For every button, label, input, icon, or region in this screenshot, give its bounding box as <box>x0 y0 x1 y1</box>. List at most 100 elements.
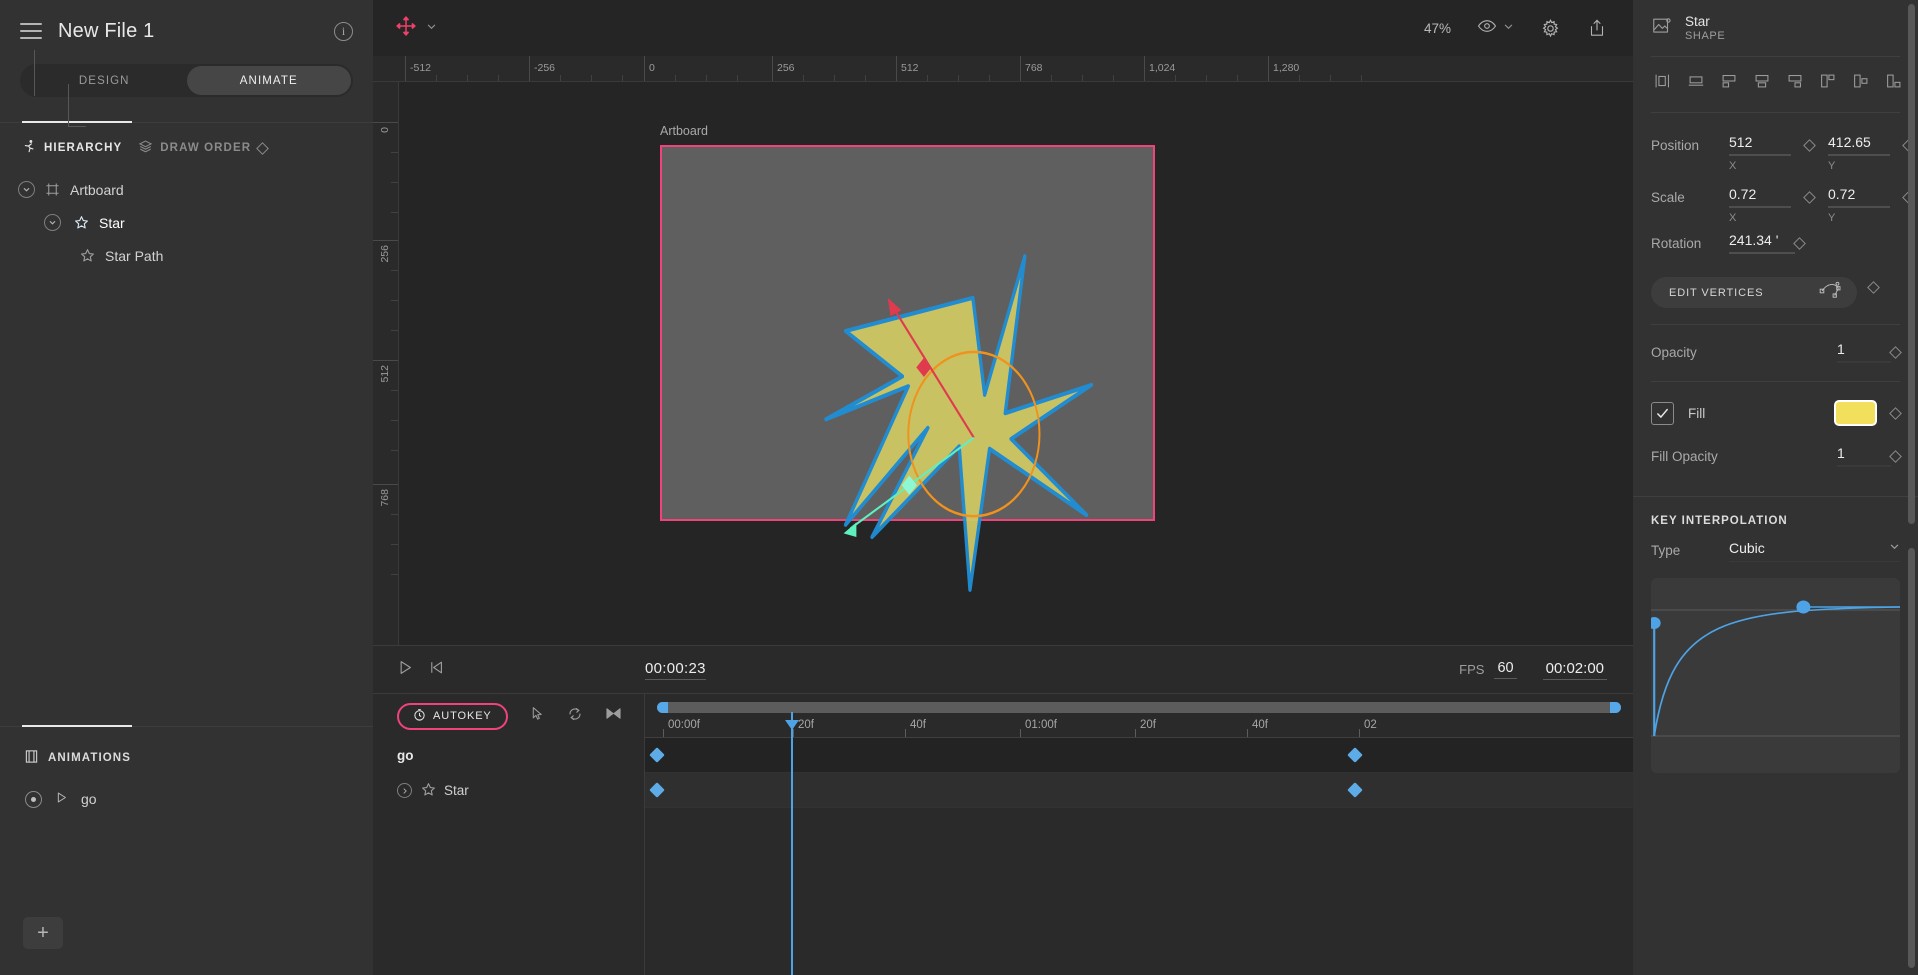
playhead[interactable] <box>791 712 793 975</box>
scale-y-value[interactable]: 0.72 <box>1828 186 1904 206</box>
chevron-down-icon[interactable] <box>44 214 61 231</box>
chevron-right-icon[interactable] <box>397 783 412 798</box>
edit-vertices-button[interactable]: EDIT VERTICES <box>1651 277 1857 308</box>
eye-icon[interactable] <box>1477 16 1497 41</box>
duration-field[interactable]: 00:02:00 <box>1543 660 1607 680</box>
tree-row-star-path[interactable]: Star Path <box>0 239 373 272</box>
animation-selected-radio-icon[interactable] <box>25 791 42 808</box>
tree-row-artboard[interactable]: Artboard <box>0 173 373 206</box>
distribute-left-icon[interactable] <box>1818 71 1838 96</box>
fps-value-field[interactable]: 60 <box>1494 660 1516 679</box>
distribute-right-icon[interactable] <box>1884 71 1904 96</box>
chevron-down-icon[interactable] <box>18 181 35 198</box>
opacity-value[interactable]: 1 <box>1837 341 1891 361</box>
edit-vertices-keyframe-icon[interactable] <box>1867 281 1880 294</box>
export-button[interactable] <box>1587 18 1607 38</box>
timeline-tick-label: 40f <box>1252 719 1268 731</box>
ruler-v-label: 0 <box>379 127 391 133</box>
timeline-tracks-area[interactable]: 00:00f20f40f01:00f20f40f02 <box>645 694 1633 975</box>
tab-animate[interactable]: ANIMATE <box>187 66 352 95</box>
keyframe-diamond-icon[interactable] <box>256 142 269 155</box>
inspector-scrollbar-top[interactable] <box>1908 4 1915 524</box>
rotation-field[interactable]: 241.34 ' <box>1729 232 1795 254</box>
loop-icon[interactable] <box>567 706 583 727</box>
align-top-icon[interactable] <box>1719 71 1739 96</box>
track-label-star[interactable]: Star <box>373 773 644 808</box>
skip-to-start-icon[interactable] <box>428 659 445 681</box>
chevron-down-icon[interactable] <box>1503 19 1514 37</box>
zoom-level[interactable]: 47% <box>1424 21 1451 36</box>
tab-draw-order[interactable]: DRAW ORDER <box>138 139 267 157</box>
add-animation-button[interactable]: + <box>23 917 63 949</box>
position-x-keyframe-icon[interactable] <box>1803 139 1816 152</box>
fill-opacity-keyframe-icon[interactable] <box>1889 450 1902 463</box>
scale-x-field[interactable]: 0.72 X <box>1729 186 1805 208</box>
tab-design[interactable]: DESIGN <box>22 66 187 95</box>
ping-pong-icon[interactable] <box>605 706 622 726</box>
inspector-scrollbar-bottom[interactable] <box>1908 548 1915 968</box>
timeline-row-star[interactable] <box>645 773 1633 808</box>
canvas-toolbar: 47% <box>373 0 1633 56</box>
position-x-field[interactable]: 512 X <box>1729 134 1805 156</box>
autokey-button[interactable]: AUTOKEY <box>397 703 508 730</box>
left-sidebar: New File 1 i DESIGN ANIMATE HIERARCHY <box>0 0 373 975</box>
distribute-center-icon[interactable] <box>1851 71 1871 96</box>
keyframe-diamond[interactable] <box>1347 782 1363 798</box>
menu-hamburger-icon[interactable] <box>20 23 42 39</box>
keyframe-diamond[interactable] <box>649 747 665 763</box>
animation-item-go[interactable]: go <box>0 785 373 813</box>
interpolation-type-row: Type Cubic <box>1633 527 1918 562</box>
rotation-value[interactable]: 241.34 ' <box>1729 232 1795 252</box>
fill-keyframe-icon[interactable] <box>1889 407 1902 420</box>
track-label-go-text: go <box>397 748 414 763</box>
visibility-dropdown[interactable] <box>1477 16 1514 41</box>
tab-hierarchy[interactable]: HIERARCHY <box>22 139 122 157</box>
settings-button[interactable] <box>1540 18 1561 39</box>
fill-color-swatch[interactable] <box>1834 400 1877 426</box>
keyframe-diamond[interactable] <box>1347 747 1363 763</box>
scale-y-field[interactable]: 0.72 Y <box>1828 186 1904 208</box>
rotation-keyframe-icon[interactable] <box>1793 237 1806 250</box>
opacity-keyframe-icon[interactable] <box>1889 346 1902 359</box>
play-icon[interactable] <box>397 659 414 681</box>
scale-x-sub: X <box>1729 212 1736 224</box>
keyframe-diamond[interactable] <box>649 782 665 798</box>
align-left-icon[interactable] <box>1653 71 1673 96</box>
artboard-rect[interactable] <box>660 145 1155 521</box>
ruler-v-tick: 256 <box>373 240 398 241</box>
fill-opacity-field[interactable]: 1 <box>1837 445 1891 467</box>
tree-connector <box>34 50 35 96</box>
interpolation-curve-editor[interactable] <box>1651 578 1900 773</box>
canvas-viewport[interactable]: Artboard <box>399 82 1633 645</box>
position-y-field[interactable]: 412.65 Y <box>1828 134 1904 156</box>
play-triangle-icon[interactable] <box>55 791 68 807</box>
position-y-value[interactable]: 412.65 <box>1828 134 1904 154</box>
scale-x-keyframe-icon[interactable] <box>1803 191 1816 204</box>
fill-checkbox[interactable] <box>1651 402 1674 425</box>
track-label-go[interactable]: go <box>373 738 644 773</box>
align-center-h-icon[interactable] <box>1686 71 1706 96</box>
move-tool-button[interactable] <box>395 15 437 42</box>
align-middle-icon[interactable] <box>1752 71 1772 96</box>
timeline-tick <box>1135 729 1136 737</box>
align-bottom-icon[interactable] <box>1785 71 1805 96</box>
scale-x-value[interactable]: 0.72 <box>1729 186 1805 206</box>
position-x-value[interactable]: 512 <box>1729 134 1805 154</box>
info-icon[interactable]: i <box>334 22 353 41</box>
canvas-ruler-horizontal[interactable]: -512-25602565127681,0241,280 <box>373 56 1633 82</box>
current-time-field[interactable]: 00:00:23 <box>645 660 706 680</box>
tree-row-star[interactable]: Star <box>0 206 373 239</box>
playhead-handle[interactable] <box>785 720 799 730</box>
interpolation-type-select[interactable]: Cubic <box>1729 539 1900 562</box>
chevron-down-icon[interactable] <box>426 19 437 37</box>
select-cursor-icon[interactable] <box>530 706 545 726</box>
field-underline <box>1729 206 1791 208</box>
move-tool-icon[interactable] <box>395 15 417 42</box>
opacity-field[interactable]: 1 <box>1837 341 1891 363</box>
canvas-wrapper: 0256512768 Artboard <box>373 82 1633 645</box>
canvas-ruler-vertical[interactable]: 0256512768 <box>373 82 399 645</box>
chevron-down-icon[interactable] <box>1889 539 1900 557</box>
timeline-row-go[interactable] <box>645 738 1633 773</box>
image-rotate-icon <box>1651 15 1673 42</box>
fill-opacity-value[interactable]: 1 <box>1837 445 1891 465</box>
